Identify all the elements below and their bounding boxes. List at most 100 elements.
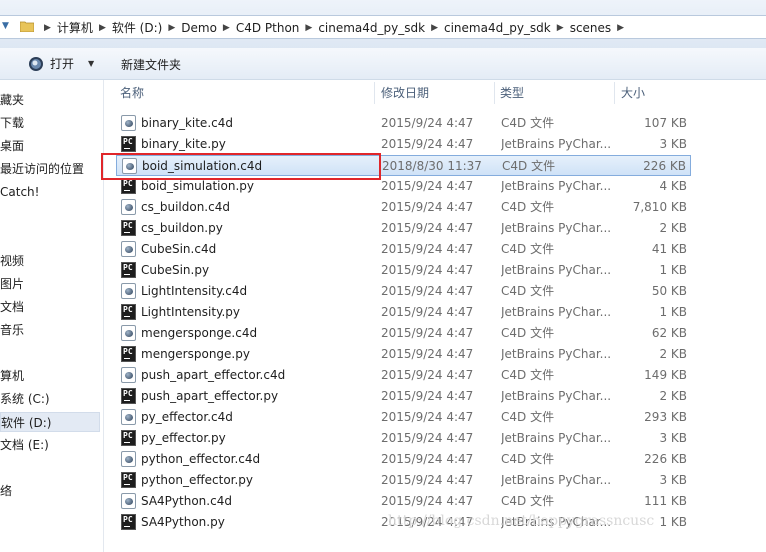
pycharm-file-icon: PC: [121, 472, 136, 488]
file-date: 2015/9/24 4:47: [381, 305, 474, 319]
column-date-header[interactable]: 修改日期: [381, 80, 429, 106]
file-size: 3 KB: [659, 431, 687, 445]
file-row[interactable]: CubeSin.c4d 2015/9/24 4:47 C4D 文件 41 KB: [116, 239, 691, 260]
open-dropdown-icon[interactable]: ▼: [88, 59, 94, 68]
c4d-file-icon: [121, 325, 136, 341]
sidebar-item-desktop[interactable]: 桌面: [0, 136, 24, 156]
file-size: 50 KB: [651, 284, 687, 298]
chevron-right-icon[interactable]: ▶: [617, 23, 624, 33]
file-date: 2015/9/24 4:47: [381, 494, 474, 508]
chevron-right-icon[interactable]: ▶: [305, 23, 312, 33]
sidebar-item-drive-c[interactable]: 系统 (C:): [0, 389, 50, 409]
file-date: 2015/9/24 4:47: [381, 347, 474, 361]
sidebar-item-drive-d[interactable]: 软件 (D:): [0, 412, 100, 432]
file-row[interactable]: PC CubeSin.py 2015/9/24 4:47 JetBrains PyCh…: [116, 260, 691, 281]
file-size: 3 KB: [659, 473, 687, 487]
sidebar-item-computer[interactable]: 算机: [0, 366, 24, 386]
new-folder-button[interactable]: 新建文件夹: [121, 56, 181, 73]
open-button-label: 打开: [50, 57, 75, 71]
file-type: JetBrains PyChar...: [501, 263, 611, 277]
file-row[interactable]: mengersponge.c4d 2015/9/24 4:47 C4D 文件 62 K…: [116, 323, 691, 344]
file-row[interactable]: PC mengersponge.py 2015/9/24 4:47 JetBrains…: [116, 344, 691, 365]
sidebar-item-favorites[interactable]: 藏夹: [0, 90, 24, 110]
file-row[interactable]: PC cs_buildon.py 2015/9/24 4:47 JetBrains P…: [116, 218, 691, 239]
breadcrumb-item[interactable]: 计算机: [57, 19, 93, 36]
file-size: 1 KB: [659, 515, 687, 529]
sidebar-item-network[interactable]: 络: [0, 481, 12, 501]
pycharm-file-icon: PC: [121, 178, 136, 194]
sidebar-item-drive-e[interactable]: 文档 (E:): [0, 435, 49, 455]
dropdown-arrow-icon[interactable]: ▼: [2, 21, 9, 31]
c4d-file-icon: [121, 283, 136, 299]
address-bar[interactable]: ▼ ▶ 计算机 ▶ 软件 (D:) ▶ Demo ▶ C4D Pthon ▶ cinema4d_p…: [0, 15, 766, 39]
column-divider[interactable]: [614, 82, 615, 104]
chevron-right-icon[interactable]: ▶: [44, 23, 51, 33]
toolbar: 打开 ▼ 新建文件夹: [0, 48, 766, 80]
file-name: push_apart_effector.py: [141, 389, 279, 403]
file-row[interactable]: LightIntensity.c4d 2015/9/24 4:47 C4D 文件 50…: [116, 281, 691, 302]
chevron-right-icon[interactable]: ▶: [168, 23, 175, 33]
file-date: 2015/9/24 4:47: [381, 326, 474, 340]
file-row[interactable]: PC LightIntensity.py 2015/9/24 4:47 JetBrai…: [116, 302, 691, 323]
sidebar-item-music[interactable]: 音乐: [0, 320, 24, 340]
column-type-header[interactable]: 类型: [500, 80, 524, 106]
file-name: LightIntensity.c4d: [141, 284, 248, 298]
chevron-right-icon[interactable]: ▶: [223, 23, 230, 33]
file-type: C4D 文件: [501, 242, 555, 256]
column-name-header[interactable]: 名称: [120, 80, 144, 106]
file-date: 2015/9/24 4:47: [381, 410, 474, 424]
file-row[interactable]: python_effector.c4d 2015/9/24 4:47 C4D 文件 2…: [116, 449, 691, 470]
file-size: 226 KB: [644, 452, 687, 466]
file-size: 226 KB: [643, 159, 686, 173]
file-name: python_effector.py: [141, 473, 254, 487]
file-size: 293 KB: [644, 410, 687, 424]
breadcrumb-item[interactable]: cinema4d_py_sdk: [318, 21, 425, 35]
sidebar-item-documents[interactable]: 文档: [0, 297, 24, 317]
sidebar-item-downloads[interactable]: 下载: [0, 113, 24, 133]
sidebar-item-catch[interactable]: Catch!: [0, 182, 39, 202]
column-divider[interactable]: [374, 82, 375, 104]
c4d-file-icon: [121, 409, 136, 425]
sidebar-item-videos[interactable]: 视频: [0, 251, 24, 271]
file-row[interactable]: push_apart_effector.c4d 2015/9/24 4:47 C4D…: [116, 365, 691, 386]
file-date: 2015/9/24 4:47: [381, 263, 474, 277]
file-type: JetBrains PyChar...: [501, 221, 611, 235]
file-row[interactable]: PC push_apart_effector.py 2015/9/24 4:47 Je…: [116, 386, 691, 407]
file-size: 149 KB: [644, 368, 687, 382]
column-divider[interactable]: [494, 82, 495, 104]
file-date: 2015/9/24 4:47: [381, 284, 474, 298]
file-type: C4D 文件: [501, 368, 555, 382]
file-name: python_effector.c4d: [141, 452, 261, 466]
sidebar-item-recent[interactable]: 最近访问的位置: [0, 159, 84, 179]
c4d-file-icon: [121, 451, 136, 467]
breadcrumb: ▶ 计算机 ▶ 软件 (D:) ▶ Demo ▶ C4D Pthon ▶ cinema4d_py_…: [38, 19, 630, 36]
file-row[interactable]: PC python_effector.py 2015/9/24 4:47 JetBra…: [116, 470, 691, 491]
file-date: 2015/9/24 4:47: [381, 116, 474, 130]
file-size: 111 KB: [644, 494, 687, 508]
column-size-header[interactable]: 大小: [621, 80, 645, 106]
file-date: 2015/9/24 4:47: [381, 179, 474, 193]
file-name: py_effector.py: [141, 431, 226, 445]
file-row[interactable]: py_effector.c4d 2015/9/24 4:47 C4D 文件 293 K…: [116, 407, 691, 428]
c4d-file-icon: [121, 241, 136, 257]
file-row[interactable]: SA4Python.c4d 2015/9/24 4:47 C4D 文件 111 KB: [116, 491, 691, 512]
breadcrumb-item[interactable]: Demo: [181, 21, 217, 35]
chevron-right-icon[interactable]: ▶: [99, 23, 106, 33]
breadcrumb-item[interactable]: 软件 (D:): [112, 19, 162, 36]
file-row[interactable]: PC binary_kite.py 2015/9/24 4:47 JetBrains …: [116, 134, 691, 155]
open-button[interactable]: 打开 ▼: [28, 55, 94, 72]
sidebar-item-pictures[interactable]: 图片: [0, 274, 24, 294]
breadcrumb-item[interactable]: cinema4d_py_sdk: [444, 21, 551, 35]
file-name: SA4Python.py: [141, 515, 225, 529]
file-size: 1 KB: [659, 305, 687, 319]
file-row[interactable]: PC py_effector.py 2015/9/24 4:47 JetBrains …: [116, 428, 691, 449]
chevron-right-icon[interactable]: ▶: [431, 23, 438, 33]
chevron-right-icon[interactable]: ▶: [557, 23, 564, 33]
file-date: 2015/9/24 4:47: [381, 431, 474, 445]
file-type: C4D 文件: [501, 200, 555, 214]
file-row[interactable]: cs_buildon.c4d 2015/9/24 4:47 C4D 文件 7,810 …: [116, 197, 691, 218]
breadcrumb-item[interactable]: C4D Pthon: [236, 21, 300, 35]
pycharm-file-icon: PC: [121, 220, 136, 236]
breadcrumb-item[interactable]: scenes: [570, 21, 611, 35]
file-row[interactable]: binary_kite.c4d 2015/9/24 4:47 C4D 文件 107 K…: [116, 113, 691, 134]
